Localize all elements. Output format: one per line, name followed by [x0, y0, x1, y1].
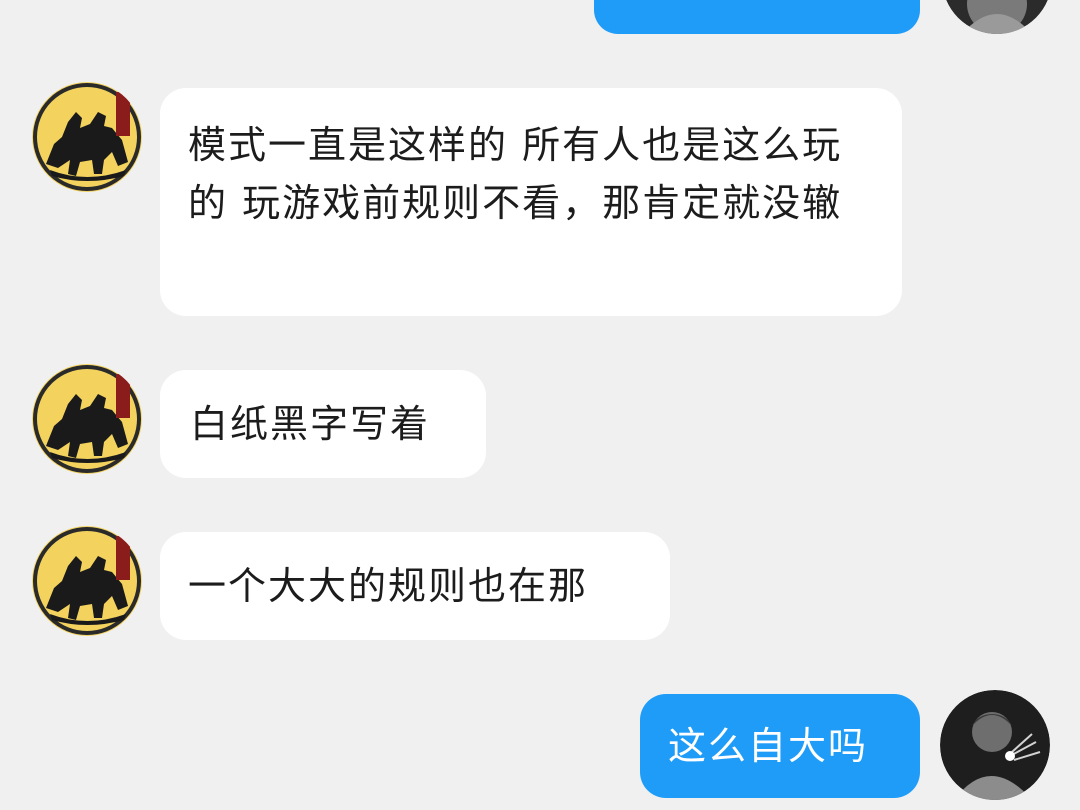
horse-riders-avatar-icon	[32, 364, 142, 474]
chat-view: 模式一直是这样的 所有人也是这么玩的 玩游戏前规则不看，那肯定就没辙 白纸黑字写…	[0, 0, 1080, 810]
message-bubble-incoming[interactable]: 白纸黑字写着	[160, 370, 486, 478]
user-avatar[interactable]	[940, 690, 1050, 800]
message-text: 白纸黑字写着	[190, 402, 431, 446]
contact-avatar[interactable]	[32, 364, 142, 474]
contact-avatar[interactable]	[32, 82, 142, 192]
message-bubble-outgoing[interactable]	[594, 0, 920, 34]
horse-riders-avatar-icon	[32, 526, 142, 636]
person-photo-avatar-icon	[940, 690, 1050, 800]
message-bubble-incoming[interactable]: 一个大大的规则也在那	[160, 532, 670, 640]
message-bubble-incoming[interactable]: 模式一直是这样的 所有人也是这么玩的 玩游戏前规则不看，那肯定就没辙	[160, 88, 902, 316]
user-avatar[interactable]	[942, 0, 1052, 34]
person-photo-avatar-icon	[946, 0, 1048, 34]
message-text: 一个大大的规则也在那	[188, 564, 589, 608]
horse-riders-avatar-icon	[32, 82, 142, 192]
message-bubble-outgoing[interactable]: 这么自大吗	[640, 694, 920, 798]
message-text: 模式一直是这样的 所有人也是这么玩的 玩游戏前规则不看，那肯定就没辙	[188, 123, 843, 225]
message-text: 这么自大吗	[668, 724, 869, 768]
contact-avatar[interactable]	[32, 526, 142, 636]
